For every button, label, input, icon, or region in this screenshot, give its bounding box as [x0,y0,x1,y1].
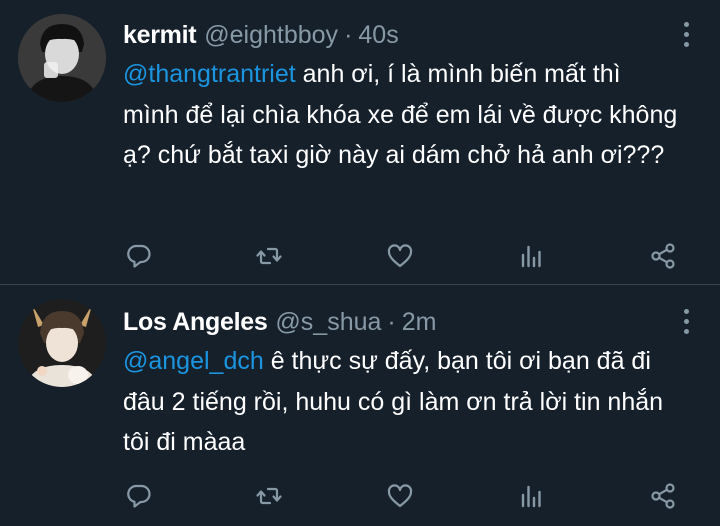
tweet-actions [0,481,720,511]
mention-link[interactable]: @angel_dch [123,347,264,375]
user-handle[interactable]: @s_shua [275,307,381,337]
user-handle[interactable]: @eightbboy [204,20,338,50]
share-icon[interactable] [648,241,678,271]
mention-link[interactable]: @thangtrantriet [123,60,296,88]
tweet-text: @thangtrantriet anh ơi, í là mình biến m… [123,54,680,176]
avatar[interactable] [18,14,106,102]
analytics-icon[interactable] [516,481,546,511]
like-icon[interactable] [385,481,415,511]
more-options-icon[interactable] [682,309,690,334]
tweet[interactable]: kermit @eightbboy · 40s @thangtrantriet … [0,0,720,284]
avatar[interactable] [18,299,106,387]
tweet[interactable]: Los Angeles @s_shua · 2m @angel_dch ê th… [0,285,720,526]
tweet-header: kermit @eightbboy · 40s [123,20,670,50]
like-icon[interactable] [385,241,415,271]
retweet-icon[interactable] [254,481,284,511]
share-icon[interactable] [648,481,678,511]
display-name[interactable]: Los Angeles [123,307,268,337]
tweet-actions [0,241,720,271]
separator: · [344,21,353,49]
timestamp[interactable]: 40s [358,20,398,50]
tweet-header: Los Angeles @s_shua · 2m [123,307,670,337]
separator: · [387,308,396,336]
display-name[interactable]: kermit [123,20,197,50]
tweet-text: @angel_dch ê thực sự đấy, bạn tôi ơi bạn… [123,341,680,463]
reply-icon[interactable] [124,481,154,511]
retweet-icon[interactable] [254,241,284,271]
timestamp[interactable]: 2m [402,307,437,337]
more-options-icon[interactable] [682,22,690,47]
reply-icon[interactable] [124,241,154,271]
analytics-icon[interactable] [516,241,546,271]
